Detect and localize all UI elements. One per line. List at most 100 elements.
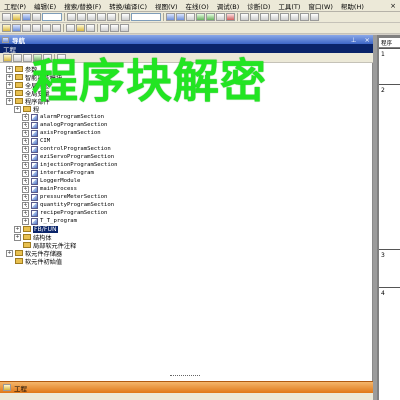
tree-node[interactable]: + analogProgramSection	[22, 121, 107, 129]
network-row[interactable]: 4	[379, 287, 400, 400]
expand-icon[interactable]: +	[6, 89, 13, 97]
editor-tab[interactable]: 程序	[379, 38, 400, 47]
ladder-branch-icon[interactable]	[280, 13, 289, 21]
program-block-icon	[31, 113, 38, 121]
cut-icon[interactable]	[67, 13, 76, 21]
tree-node[interactable]: + interfaceProgram	[22, 169, 94, 177]
expand-icon[interactable]: +	[6, 81, 13, 89]
device-test-icon[interactable]	[216, 13, 225, 21]
help-icon[interactable]	[100, 24, 109, 32]
comment-icon[interactable]	[76, 24, 85, 32]
cross-ref-icon[interactable]	[42, 24, 51, 32]
expand-icon[interactable]: +	[14, 233, 21, 241]
menu-online[interactable]: 在线(O)	[182, 1, 213, 11]
menu-project[interactable]: 工程(P)	[0, 1, 30, 11]
monitor-icon[interactable]	[196, 13, 205, 21]
pin-icon[interactable]: ⊥	[351, 36, 357, 44]
tree-node[interactable]: + quantityProgramSection	[22, 201, 114, 209]
zoom-icon[interactable]	[66, 24, 75, 32]
project-icon[interactable]	[2, 24, 11, 32]
verify-icon[interactable]	[186, 13, 195, 21]
save-icon[interactable]	[22, 13, 31, 21]
close-icon[interactable]: ×	[386, 2, 400, 10]
tree-node[interactable]: + T_T_program	[22, 217, 77, 225]
statement-icon[interactable]	[86, 24, 95, 32]
bottom-panel-header[interactable]: 工程	[0, 381, 373, 393]
paste-icon[interactable]	[87, 13, 96, 21]
bottom-panel-label: 工程	[14, 384, 27, 393]
tree-node[interactable]: + alarmProgramSection	[22, 113, 104, 121]
copy-icon[interactable]	[77, 13, 86, 21]
tree-node[interactable]: + eziServoProgramSection	[22, 153, 114, 161]
delete-icon[interactable]	[23, 53, 32, 62]
ladder-instr-icon[interactable]	[270, 13, 279, 21]
tree-node-label: mainProcess	[40, 186, 78, 192]
program-block-icon	[31, 161, 38, 169]
folder-icon	[23, 106, 31, 112]
folder-icon	[23, 242, 31, 248]
watermark-text: 程序块解密	[32, 54, 267, 108]
menu-bar: 工程(P) 编辑(E) 搜索/替换(F) 转换/编译(C) 视图(V) 在线(O…	[0, 0, 400, 12]
program-block-icon	[31, 177, 38, 185]
splitter-handle[interactable]	[170, 375, 200, 379]
menu-window[interactable]: 窗口(W)	[304, 1, 337, 11]
redo-icon[interactable]	[107, 13, 116, 21]
ladder-coil-icon[interactable]	[250, 13, 259, 21]
dropdown-combo[interactable]	[42, 13, 62, 21]
ladder-line-icon[interactable]	[260, 13, 269, 21]
network-row[interactable]: 3	[379, 249, 400, 287]
tree-node[interactable]: + controlProgramSection	[22, 145, 111, 153]
ladder-contact-icon[interactable]	[240, 13, 249, 21]
navigation-icon[interactable]	[12, 24, 21, 32]
menu-convert-compile[interactable]: 转换/编译(C)	[105, 1, 151, 11]
search-combo[interactable]	[131, 13, 161, 21]
program-block-icon	[31, 121, 38, 129]
properties-icon[interactable]	[13, 53, 22, 62]
ladder-delete-icon[interactable]	[290, 13, 299, 21]
tree-node[interactable]: + mainProcess	[22, 185, 77, 193]
chart-icon[interactable]	[120, 24, 129, 32]
menu-diagnostics[interactable]: 诊断(D)	[243, 1, 274, 11]
expand-icon[interactable]: +	[14, 105, 21, 113]
print-icon[interactable]	[32, 13, 41, 21]
close-icon[interactable]: ×	[365, 36, 370, 44]
element-selection-icon[interactable]	[22, 24, 31, 32]
ladder-falling-icon[interactable]	[310, 13, 319, 21]
monitor-stop-icon[interactable]	[206, 13, 215, 21]
tree-node[interactable]: + injectionProgramSection	[22, 161, 117, 169]
expand-icon[interactable]: +	[6, 97, 13, 105]
read-plc-icon[interactable]	[166, 13, 175, 21]
tree-node[interactable]: + recipeProgramSection	[22, 209, 107, 217]
tree-node[interactable]: + axisProgramSection	[22, 129, 101, 137]
toolbar-separator	[163, 13, 164, 21]
output-icon[interactable]	[32, 24, 41, 32]
menu-find-replace[interactable]: 搜索/替换(F)	[60, 1, 105, 11]
toolbar-separator	[118, 13, 119, 21]
menu-tool[interactable]: 工具(T)	[274, 1, 304, 11]
tree-node[interactable]: + pressureMeterSection	[22, 193, 107, 201]
new-data-icon[interactable]	[3, 53, 12, 62]
menu-edit[interactable]: 编辑(E)	[30, 1, 60, 11]
menu-debug[interactable]: 调试(B)	[213, 1, 244, 11]
expand-icon[interactable]: +	[6, 249, 13, 257]
tree-node[interactable]: 软元件初始值	[6, 257, 62, 266]
find-icon[interactable]	[121, 13, 130, 21]
ladder-rising-icon[interactable]	[300, 13, 309, 21]
expand-icon[interactable]: +	[6, 73, 13, 81]
device-list-icon[interactable]	[52, 24, 61, 32]
stop-icon[interactable]	[226, 13, 235, 21]
expand-icon[interactable]: +	[6, 65, 13, 73]
menu-help[interactable]: 帮助(H)	[337, 1, 368, 11]
write-plc-icon[interactable]	[176, 13, 185, 21]
network-row[interactable]: 1	[379, 48, 400, 84]
expand-icon[interactable]: +	[14, 225, 21, 233]
undo-icon[interactable]	[97, 13, 106, 21]
network-row[interactable]: 2	[379, 84, 400, 249]
menu-view[interactable]: 视图(V)	[151, 1, 182, 11]
toolbar-separator	[237, 13, 238, 21]
new-file-icon[interactable]	[2, 13, 11, 21]
open-folder-icon[interactable]	[12, 13, 21, 21]
tree-node[interactable]: + LoggerModule	[22, 177, 80, 185]
folder-icon	[15, 250, 23, 256]
library-icon[interactable]	[110, 24, 119, 32]
